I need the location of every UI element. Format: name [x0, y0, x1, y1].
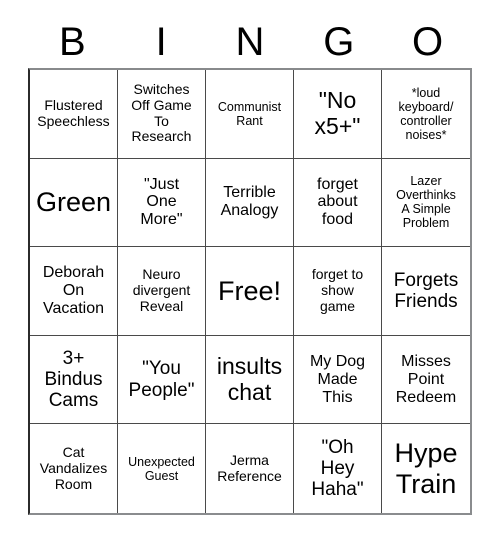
bingo-cell-label: forget about food	[317, 175, 358, 229]
bingo-cell-label: Switches Off Game To Research	[131, 81, 192, 145]
bingo-cell-b3[interactable]: Deborah On Vacation	[30, 247, 118, 336]
bingo-cell-label: "You People"	[128, 358, 195, 401]
bingo-cell-free[interactable]: Free!	[206, 247, 294, 336]
bingo-cell-b5[interactable]: Cat Vandalizes Room	[30, 424, 118, 513]
bingo-cell-label: insults chat	[216, 352, 283, 405]
bingo-cell-label: Flustered Speechless	[37, 97, 110, 129]
bingo-header-letter-n: N	[235, 20, 265, 64]
bingo-cell-n1[interactable]: Communist Rant	[206, 70, 294, 159]
bingo-cell-b1[interactable]: Flustered Speechless	[30, 70, 118, 159]
bingo-free-space-label: Free!	[217, 275, 282, 306]
bingo-cell-label: Terrible Analogy	[220, 184, 279, 220]
bingo-cell-label: Lazer Overthinks A Simple Problem	[396, 174, 456, 231]
bingo-cell-g2[interactable]: forget about food	[294, 158, 382, 248]
bingo-header-letter-g: G	[323, 20, 355, 64]
bingo-header-letter-o: O	[412, 20, 444, 64]
bingo-cell-label: 3+ Bindus Cams	[44, 347, 103, 412]
bingo-cell-label: Hype Train	[394, 438, 458, 499]
bingo-cell-i2[interactable]: "Just One More"	[118, 158, 206, 248]
bingo-cell-label: Communist Rant	[217, 99, 282, 128]
bingo-cell-label: Forgets Friends	[393, 269, 459, 312]
bingo-cell-g3[interactable]: forget to show game	[294, 247, 382, 336]
bingo-cell-label: "Just One More"	[140, 175, 183, 229]
bingo-cell-n4[interactable]: insults chat	[206, 335, 294, 425]
bingo-cell-i3[interactable]: Neuro divergent Reveal	[118, 247, 206, 336]
bingo-cell-n5[interactable]: Jerma Reference	[206, 424, 294, 513]
bingo-cell-label: Unexpected Guest	[128, 454, 195, 483]
bingo-cell-label: My Dog Made This	[309, 352, 366, 406]
bingo-cell-label: Deborah On Vacation	[42, 264, 105, 317]
bingo-cell-n2[interactable]: Terrible Analogy	[206, 158, 294, 248]
bingo-card: B I N G O Flustered Speechless Switches …	[0, 0, 500, 544]
bingo-cell-g1[interactable]: "No x5+"	[294, 70, 382, 159]
bingo-cell-label: Green	[35, 187, 112, 218]
bingo-cell-b4[interactable]: 3+ Bindus Cams	[30, 335, 118, 425]
bingo-header-letter-b: B	[59, 20, 86, 64]
bingo-cell-label: Jerma Reference	[217, 452, 282, 484]
bingo-cell-b2[interactable]: Green	[30, 158, 118, 248]
bingo-cell-g4[interactable]: My Dog Made This	[294, 335, 382, 425]
bingo-cell-label: *loud keyboard/ controller noises*	[398, 85, 454, 142]
bingo-cell-o5[interactable]: Hype Train	[382, 424, 470, 513]
bingo-cell-label: forget to show game	[311, 266, 364, 314]
bingo-cell-g5[interactable]: "Oh Hey Haha"	[294, 424, 382, 513]
bingo-header-letter-i: I	[155, 20, 167, 64]
bingo-cell-label: Misses Point Redeem	[395, 352, 457, 406]
bingo-cell-label: "Oh Hey Haha"	[311, 436, 364, 501]
bingo-cell-o3[interactable]: Forgets Friends	[382, 247, 470, 336]
bingo-header-row: B I N G O	[28, 16, 472, 68]
bingo-cell-o2[interactable]: Lazer Overthinks A Simple Problem	[382, 158, 470, 248]
bingo-cell-label: "No x5+"	[314, 87, 361, 139]
bingo-cell-label: Cat Vandalizes Room	[39, 444, 108, 492]
bingo-cell-i5[interactable]: Unexpected Guest	[118, 424, 206, 513]
bingo-cell-i1[interactable]: Switches Off Game To Research	[118, 70, 206, 159]
bingo-cell-o4[interactable]: Misses Point Redeem	[382, 335, 470, 425]
bingo-grid: Flustered Speechless Switches Off Game T…	[28, 68, 472, 515]
bingo-cell-label: Neuro divergent Reveal	[132, 266, 191, 314]
bingo-cell-i4[interactable]: "You People"	[118, 335, 206, 425]
bingo-cell-o1[interactable]: *loud keyboard/ controller noises*	[382, 70, 470, 159]
